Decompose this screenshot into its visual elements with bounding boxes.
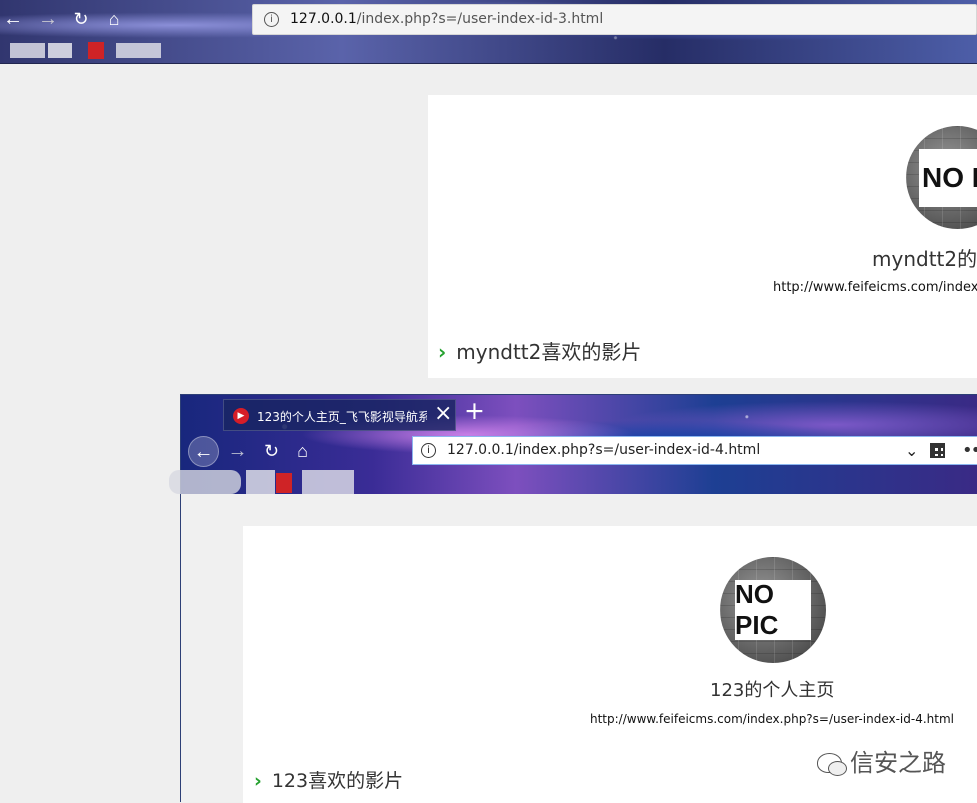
front-browser-toolbar: ▶ 123的个人主页_飞飞影视导航系 × + ← → ↻ ⌂ i 127.0.0… [169,395,977,494]
profile-title: myndtt2的个 [872,247,977,271]
wechat-watermark: 信安之路 [817,743,946,778]
address-bar[interactable]: i 127.0.0.1/index.php?s=/user-index-id-4… [412,436,977,465]
redacted-area [10,43,45,58]
profile-avatar: NO PIC [720,557,826,663]
chevron-down-icon[interactable]: ⌄ [905,437,918,464]
url-prefix: 127.0.0.1 [290,11,357,27]
foreground-browser-window: ▶ 123的个人主页_飞飞影视导航系 × + ← → ↻ ⌂ i 127.0.0… [169,394,977,803]
home-icon: ⌂ [108,9,120,29]
favorites-section-heading: › myndtt2喜欢的影片 [438,336,641,365]
redacted-badge [276,473,292,493]
active-tab[interactable]: ▶ 123的个人主页_飞飞影视导航系 × [223,399,456,431]
avatar-label: NO PIC [735,579,811,640]
forward-icon: → [227,440,248,462]
tab-title: 123的个人主页_飞飞影视导航系 [257,410,427,424]
forward-button[interactable]: → [222,436,253,467]
home-button[interactable]: ⌂ [287,436,318,467]
top-browser-toolbar: ← → ↻ ⌂ i 127.0.0.1/index.php?s=/user-in… [0,0,977,64]
watermark-text: 信安之路 [850,749,946,777]
redacted-area [48,43,72,58]
chevron-right-icon: › [438,340,447,364]
chevron-right-icon: › [254,770,262,792]
qr-code-icon[interactable] [930,443,945,458]
profile-avatar: NO PI [906,126,977,229]
home-icon: ⌂ [297,441,308,461]
redacted-area [302,470,354,494]
site-favicon-icon: ▶ [233,408,249,424]
reload-icon: ↻ [73,9,89,29]
favorites-section-heading: › 123喜欢的影片 [254,766,403,793]
back-button[interactable]: ← [188,436,219,467]
info-icon: i [421,443,436,458]
reload-button[interactable]: ↻ [68,6,94,32]
redacted-area [116,43,161,58]
more-icon[interactable]: ••• [962,437,977,464]
url-path: /index.php?s=/user-index-id-3.html [356,11,604,27]
reload-button[interactable]: ↻ [256,436,287,467]
url-text: 127.0.0.1/index.php?s=/user-index-id-4.h… [447,442,761,458]
back-icon: ← [3,8,23,30]
forward-icon: → [38,8,58,30]
info-icon: i [264,12,279,27]
address-bar[interactable]: i 127.0.0.1/index.php?s=/user-index-id-3… [252,4,977,35]
avatar-label: NO PI [919,149,977,207]
back-button[interactable]: ← [0,6,26,32]
reload-icon: ↻ [263,441,280,461]
wechat-icon [817,753,847,776]
profile-url[interactable]: http://www.feifeicms.com/index.p [773,280,977,295]
redacted-badge [88,42,104,59]
profile-title: 123的个人主页 [710,680,835,701]
redacted-area [169,470,241,494]
close-tab-icon[interactable]: × [434,402,452,426]
section-title: myndtt2喜欢的影片 [456,340,642,364]
forward-button[interactable]: → [35,6,61,32]
section-title: 123喜欢的影片 [271,770,404,792]
new-tab-button[interactable]: + [464,397,485,425]
home-button[interactable]: ⌂ [101,6,127,32]
back-icon: ← [193,441,214,463]
profile-url[interactable]: http://www.feifeicms.com/index.php?s=/us… [590,712,954,726]
redacted-area [246,470,275,494]
user-profile-card: NO PI myndtt2的个 http://www.feifeicms.com… [428,95,977,378]
